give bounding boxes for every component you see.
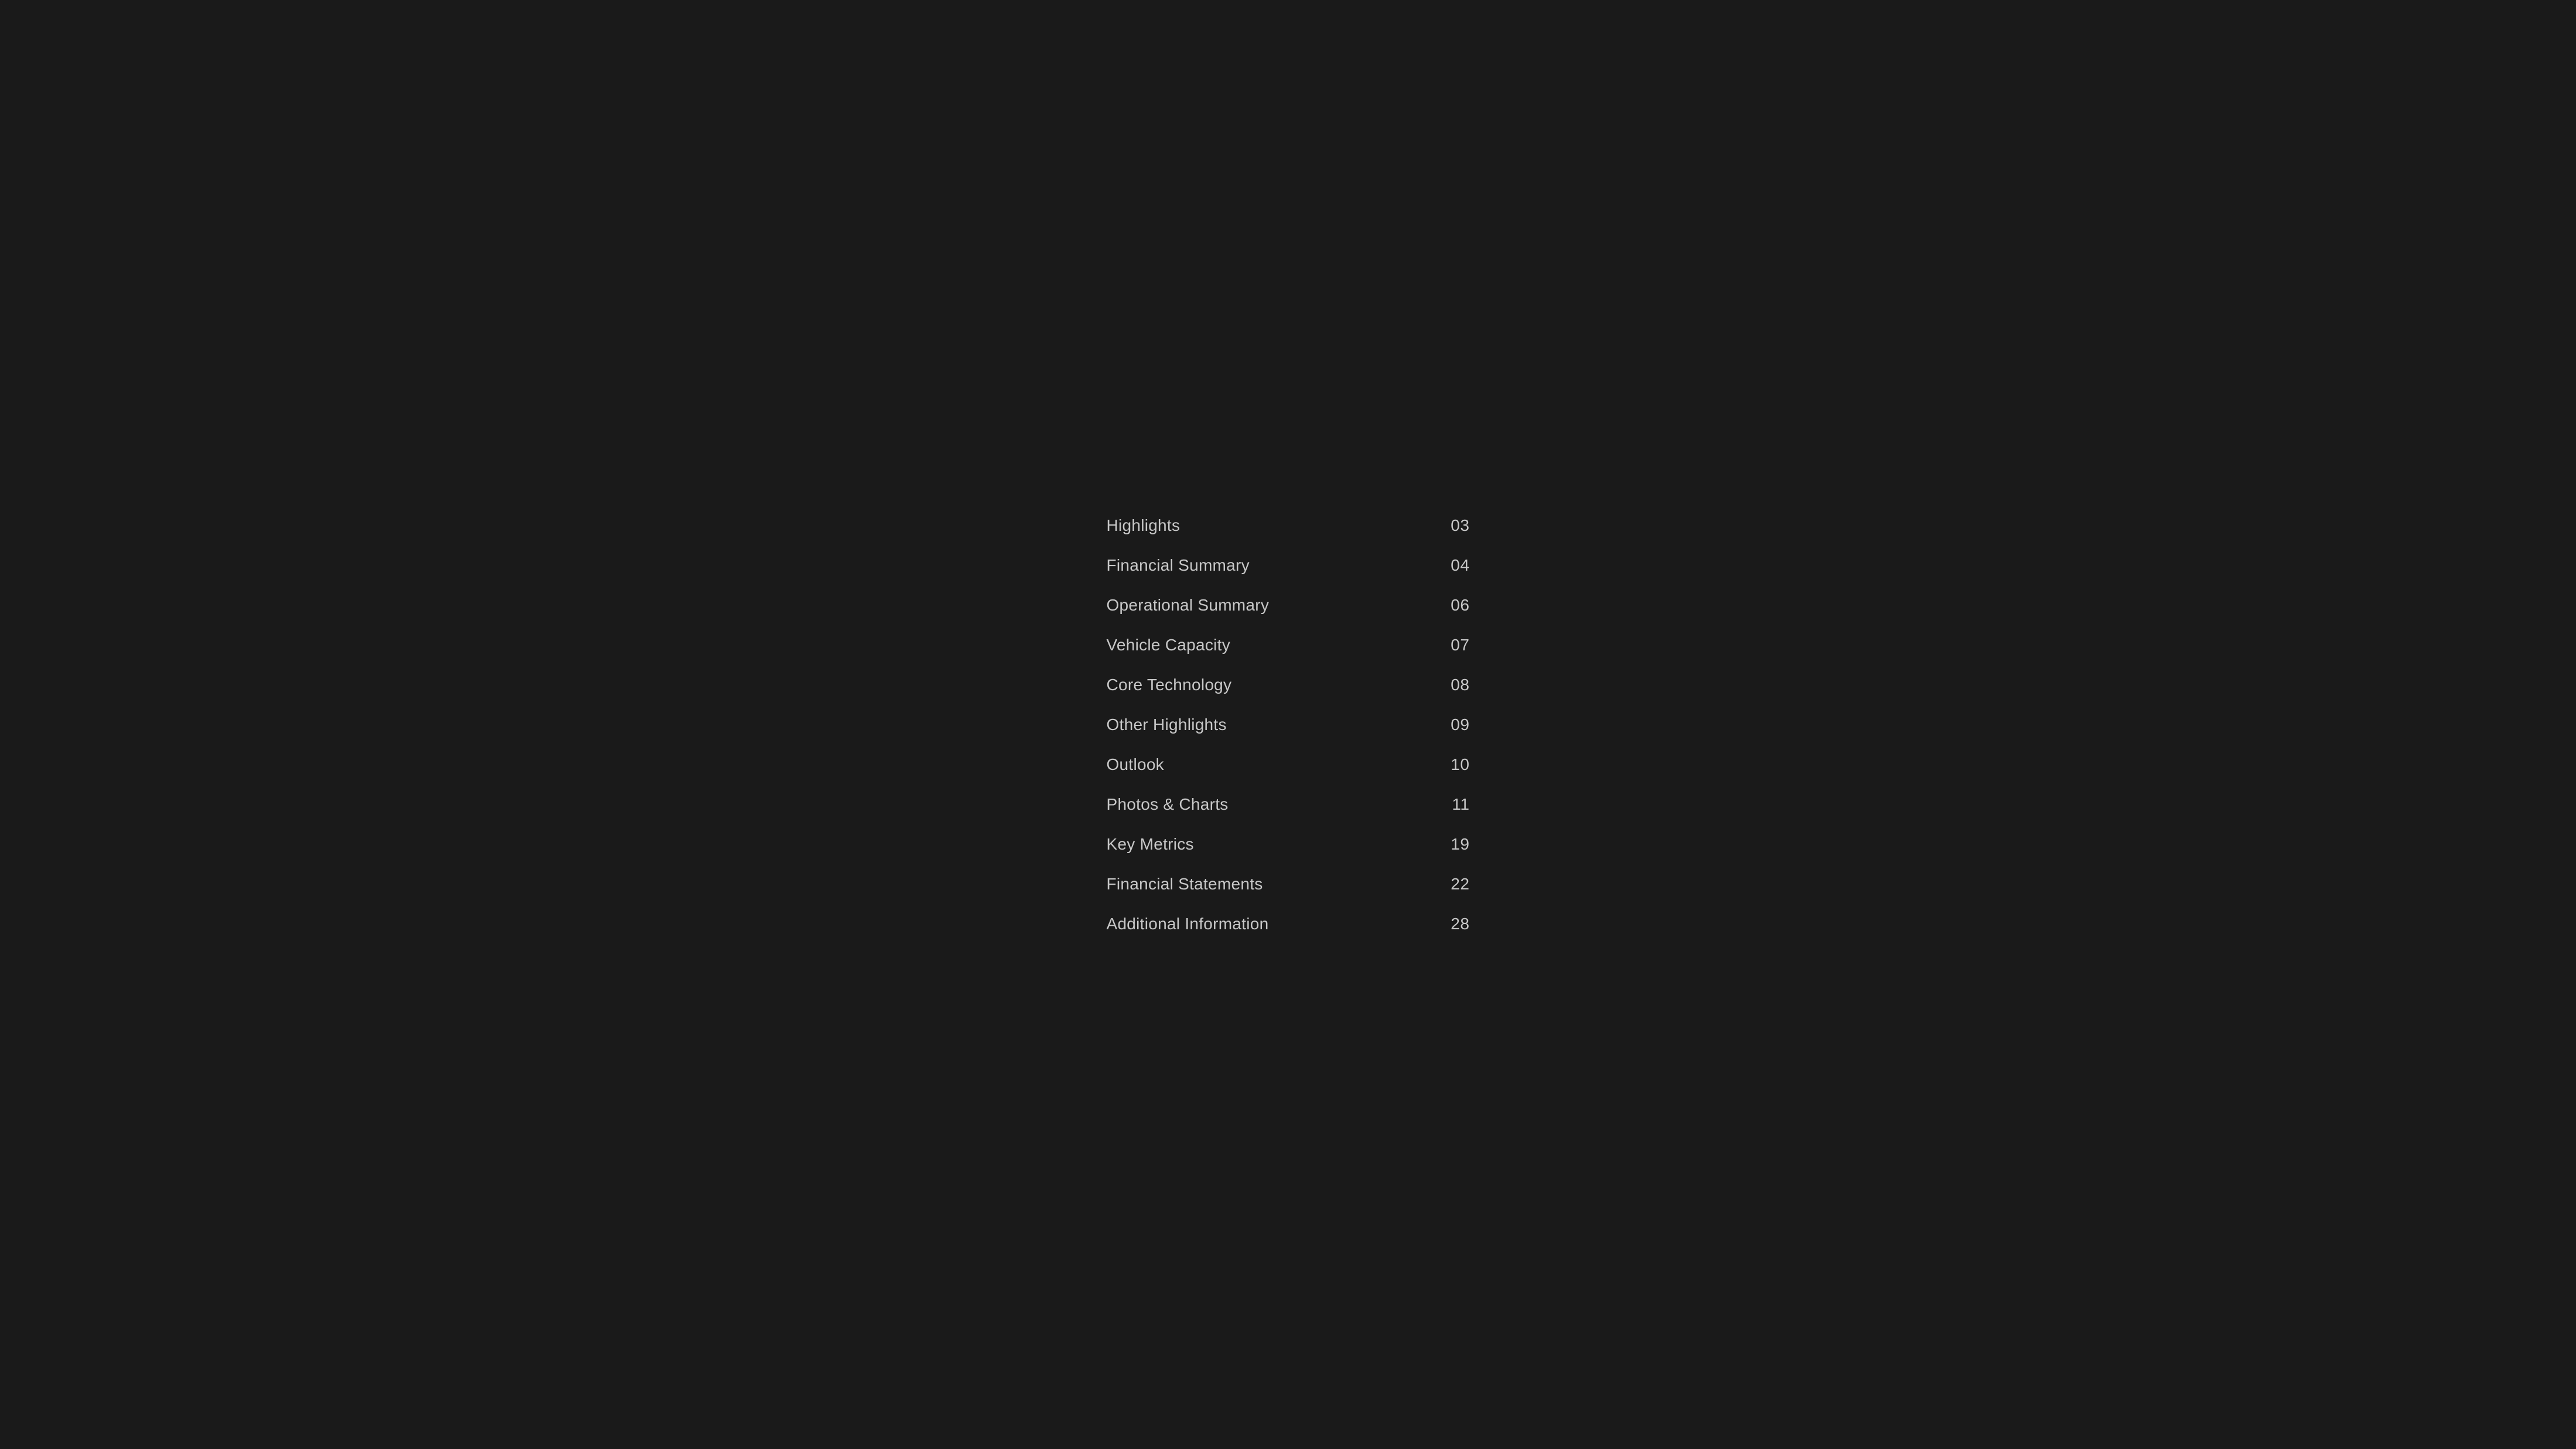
toc-item-label: Core Technology xyxy=(1107,676,1232,694)
toc-item-page: 06 xyxy=(1446,596,1470,615)
toc-item[interactable]: Other Highlights 09 xyxy=(1107,705,1470,745)
toc-item-page: 19 xyxy=(1446,835,1470,854)
toc-item-page: 11 xyxy=(1446,795,1470,814)
toc-item-label: Financial Statements xyxy=(1107,875,1263,894)
toc-item-label: Vehicle Capacity xyxy=(1107,636,1231,654)
toc-item[interactable]: Core Technology 08 xyxy=(1107,665,1470,705)
toc-item-page: 28 xyxy=(1446,915,1470,933)
toc-item-label: Financial Summary xyxy=(1107,556,1250,575)
toc-item-page: 04 xyxy=(1446,556,1470,575)
toc-item-page: 08 xyxy=(1446,676,1470,694)
toc-item-label: Operational Summary xyxy=(1107,596,1270,615)
toc-item-label: Other Highlights xyxy=(1107,715,1227,734)
toc-item[interactable]: Photos & Charts 11 xyxy=(1107,785,1470,824)
toc-item-page: 22 xyxy=(1446,875,1470,894)
toc-item[interactable]: Outlook 10 xyxy=(1107,745,1470,785)
toc-item[interactable]: Financial Statements 22 xyxy=(1107,864,1470,904)
toc-item[interactable]: Operational Summary 06 xyxy=(1107,585,1470,625)
toc-item[interactable]: Key Metrics 19 xyxy=(1107,824,1470,864)
toc-item-label: Photos & Charts xyxy=(1107,795,1229,814)
toc-item-label: Additional Information xyxy=(1107,915,1269,933)
table-of-contents: Highlights 03 Financial Summary 04 Operation… xyxy=(1083,459,1493,991)
toc-item[interactable]: Financial Summary 04 xyxy=(1107,545,1470,585)
toc-item-label: Highlights xyxy=(1107,516,1180,535)
toc-item-page: 10 xyxy=(1446,755,1470,774)
toc-item-page: 09 xyxy=(1446,715,1470,734)
toc-item[interactable]: Vehicle Capacity 07 xyxy=(1107,625,1470,665)
toc-item-page: 03 xyxy=(1446,516,1470,535)
toc-item[interactable]: Highlights 03 xyxy=(1107,506,1470,545)
toc-item-page: 07 xyxy=(1446,636,1470,654)
toc-item-label: Outlook xyxy=(1107,755,1164,774)
toc-item[interactable]: Additional Information 28 xyxy=(1107,904,1470,944)
toc-item-label: Key Metrics xyxy=(1107,835,1194,854)
